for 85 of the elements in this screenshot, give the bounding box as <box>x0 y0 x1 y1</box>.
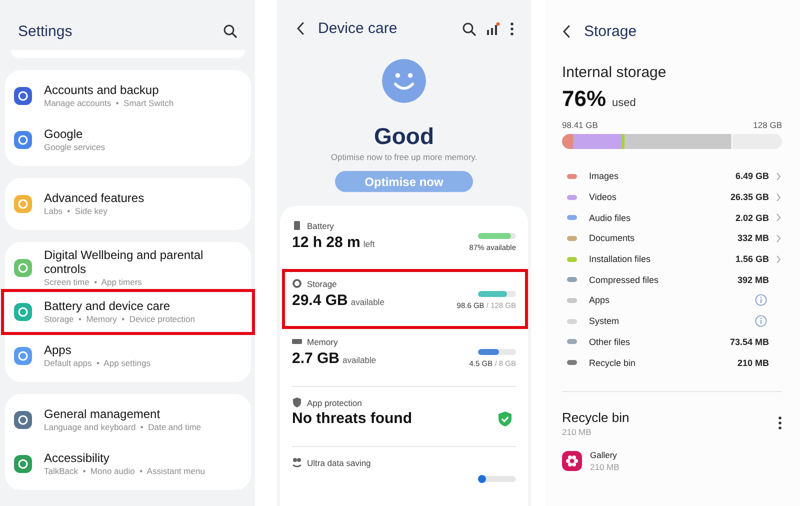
section-label: App protection <box>307 398 362 408</box>
unit-text: available <box>350 297 384 307</box>
category-name[interactable]: Apps <box>589 295 755 306</box>
category-size: 2.02 GB <box>735 212 769 223</box>
shield-icon <box>292 397 302 408</box>
item-title[interactable]: Google <box>44 127 105 141</box>
more-icon[interactable] <box>510 22 514 36</box>
item-title[interactable]: Apps <box>44 343 150 357</box>
category-name[interactable]: Other files <box>589 336 730 347</box>
category-icon <box>14 87 32 105</box>
screen-title: Device care <box>318 20 398 38</box>
back-icon[interactable] <box>562 24 570 38</box>
item-subtitle: Language and keyboard • Date and time <box>44 421 202 433</box>
back-icon[interactable] <box>296 22 304 36</box>
more-icon[interactable] <box>778 416 782 430</box>
category-name[interactable]: Images <box>589 171 736 182</box>
category-size: 73.54 MB <box>730 336 769 347</box>
section-heading: Internal storage <box>562 64 668 81</box>
section-label: Ultra data saving <box>307 458 371 468</box>
section-label: Storage <box>307 278 337 288</box>
memory-icon <box>292 336 302 347</box>
category-size: 210 MB <box>737 358 769 368</box>
item-title[interactable]: General management <box>44 407 202 421</box>
category-name[interactable]: Recycle bin <box>589 358 738 368</box>
value-text: 12 h 28 m <box>292 234 360 251</box>
category-size: 392 MB <box>737 274 769 285</box>
hint-text: Optimise now to free up more memory. <box>330 152 478 162</box>
item-title[interactable]: Gallery <box>590 450 620 460</box>
search-icon[interactable] <box>462 22 476 36</box>
category-name[interactable]: Documents <box>589 233 738 244</box>
category-icon <box>14 259 32 277</box>
category-icon <box>14 411 32 429</box>
category-size: 332 MB <box>737 233 769 244</box>
category-name[interactable]: System <box>589 316 755 326</box>
used-amount: 98.41 GB <box>562 120 598 130</box>
toggle-switch[interactable] <box>478 476 516 482</box>
item-title[interactable]: Accounts and backup <box>44 83 174 97</box>
search-icon[interactable] <box>223 24 237 38</box>
item-title[interactable]: Digital Wellbeing and parental controls <box>44 248 243 276</box>
flower-icon[interactable] <box>562 450 582 471</box>
category-size: 26.35 GB <box>730 192 769 202</box>
category-icon <box>14 455 32 473</box>
percent-text: 76% <box>562 86 606 112</box>
unit-text: available <box>342 355 376 365</box>
item-title[interactable]: Accessibility <box>44 451 205 465</box>
item-subtitle: Manage accounts • Smart Switch <box>44 97 174 109</box>
info-icon[interactable] <box>755 315 767 328</box>
section-label: Memory <box>307 336 338 346</box>
unit-text: left <box>363 239 375 249</box>
category-icon <box>14 347 32 365</box>
item-subtitle: Storage • Memory • Device protection <box>44 313 195 325</box>
ring-icon <box>292 278 302 289</box>
category-name[interactable]: Installation files <box>589 254 736 264</box>
info-icon[interactable] <box>755 294 767 306</box>
item-subtitle: Labs • Side key <box>44 205 108 217</box>
category-name[interactable]: Compressed files <box>589 274 738 285</box>
category-icon <box>14 195 32 213</box>
battery-icon <box>292 220 302 231</box>
item-subtitle: TalkBack • Mono audio • Assistant menu <box>44 465 205 477</box>
category-icon <box>14 131 32 149</box>
people-icon <box>292 457 302 468</box>
section-size: 210 MB <box>562 426 592 437</box>
category-name[interactable]: Videos <box>589 192 730 202</box>
status-text: Good <box>374 123 434 150</box>
category-size: 6.49 GB <box>735 171 769 182</box>
value-text: No threats found <box>292 410 412 427</box>
shield-check-icon <box>498 411 512 427</box>
value-text: 2.7 GB <box>292 350 340 367</box>
category-icon <box>14 303 32 321</box>
item-title[interactable]: Battery and device care <box>44 299 195 313</box>
category-size: 1.56 GB <box>735 254 769 264</box>
item-subtitle: Google services <box>44 141 105 153</box>
screen-title: Storage <box>584 22 637 40</box>
item-subtitle: Screen time • App timers <box>44 276 143 288</box>
section-label: Battery <box>307 220 334 230</box>
screen-title: Settings <box>18 22 72 40</box>
item-subtitle: Default apps • App settings <box>44 357 150 369</box>
section-heading: Recycle bin <box>562 410 630 425</box>
total-amount: 128 GB <box>753 120 782 130</box>
percent-label: used <box>612 97 636 109</box>
value-text: 29.4 GB <box>292 292 348 309</box>
item-title[interactable]: Advanced features <box>44 191 144 205</box>
bar-chart-icon[interactable] <box>486 22 500 36</box>
category-name[interactable]: Audio files <box>589 212 736 223</box>
item-subtitle: 210 MB <box>590 462 620 472</box>
